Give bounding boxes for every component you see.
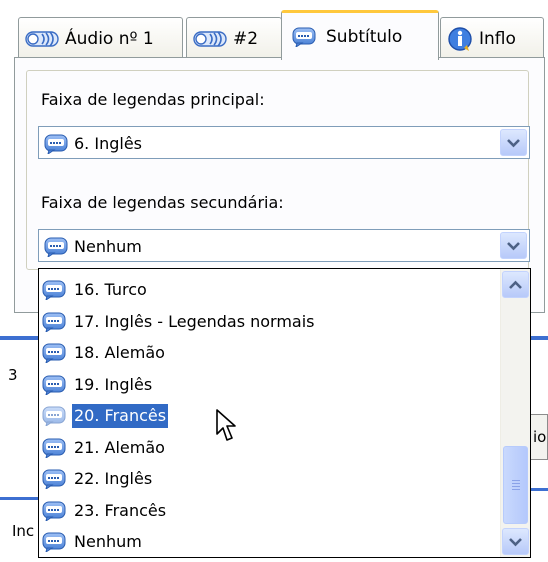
speech-bubble-icon [42, 343, 66, 363]
scroll-down-button[interactable] [502, 528, 529, 555]
dropdown-list-item[interactable]: 20. Francês [42, 402, 169, 430]
dropdown-item-label: 16. Turco [74, 280, 147, 299]
speech-bubble-icon [42, 375, 66, 395]
dropdown-scrollbar[interactable] [500, 269, 530, 557]
primary-subtitle-select[interactable]: 6. Inglês [38, 126, 530, 159]
dropdown-item-label: 20. Francês [72, 404, 169, 428]
dropdown-item-label: 19. Inglês [74, 374, 153, 394]
info-icon [448, 26, 472, 51]
speaker-icon [193, 28, 227, 50]
speech-bubble-icon [44, 134, 68, 154]
tab-audio-1[interactable]: Áudio nº 1 [18, 17, 183, 59]
dropdown-list-item[interactable]: 16. Turco [42, 276, 149, 304]
background-text: Inc [12, 522, 35, 540]
secondary-subtitle-select[interactable]: Nenhum [38, 229, 530, 262]
secondary-subtitle-dropdown-button[interactable] [500, 232, 527, 259]
dropdown-list-item[interactable]: 18. Alemão [42, 339, 167, 367]
secondary-subtitle-dropdown-list[interactable]: 16. Turco 17. Inglês - Legendas normais 18… [38, 268, 531, 558]
dropdown-item-label: 23. Francês [74, 500, 167, 520]
background-text: 3 [8, 366, 18, 384]
speech-bubble-icon [42, 469, 66, 489]
tab-label: Áudio nº 1 [65, 28, 154, 49]
dropdown-item-label: 17. Inglês - Legendas normais [74, 311, 315, 331]
background-window-divider [0, 336, 38, 340]
dropdown-list-item[interactable]: 22. Inglês [42, 465, 154, 493]
background-window-divider [531, 336, 548, 340]
mouse-cursor-icon [216, 409, 236, 441]
tab-label: Inflo [479, 28, 516, 49]
speech-bubble-icon [42, 406, 66, 426]
dropdown-list-item[interactable]: 21. Alemão [42, 434, 167, 462]
chevron-down-icon [507, 241, 520, 251]
speech-bubble-icon [292, 27, 316, 47]
chevron-down-icon [507, 138, 520, 148]
dropdown-list-item[interactable]: 23. Francês [42, 497, 168, 525]
speech-bubble-icon [42, 501, 66, 521]
primary-subtitle-label: Faixa de legendas principal: [41, 90, 265, 109]
scroll-up-button[interactable] [502, 271, 529, 298]
secondary-subtitle-value: Nenhum [74, 237, 142, 256]
secondary-subtitle-label: Faixa de legendas secundária: [41, 193, 284, 212]
speech-bubble-icon [42, 438, 66, 458]
speech-bubble-icon [44, 237, 68, 257]
primary-subtitle-value: 6. Inglês [74, 134, 142, 153]
dropdown-list-item[interactable]: 19. Inglês [42, 371, 154, 399]
speaker-icon [25, 28, 59, 50]
primary-subtitle-dropdown-button[interactable] [500, 129, 527, 156]
dropdown-list-item[interactable]: Nenhum [42, 528, 144, 556]
speech-bubble-icon [42, 280, 66, 300]
tab-info[interactable]: Inflo [440, 17, 544, 59]
dropdown-item-label: 18. Alemão [74, 343, 165, 362]
background-text: io [533, 428, 547, 446]
background-window-divider [531, 488, 548, 491]
tab-label: #2 [233, 28, 259, 49]
dropdown-item-label: Nenhum [74, 532, 142, 551]
dropdown-item-label: 22. Inglês [74, 469, 153, 488]
media-properties-dialog: Áudio nº 1 #2 Subtítulo Inflo Faixa de l… [0, 0, 548, 562]
background-window-divider [0, 497, 38, 500]
tab-subtitle[interactable]: Subtítulo [281, 10, 439, 60]
scrollbar-thumb[interactable] [503, 446, 528, 524]
tab-label: Subtítulo [326, 26, 403, 47]
chevron-down-icon [509, 537, 522, 547]
tab-audio-2[interactable]: #2 [186, 17, 282, 59]
chevron-up-icon [509, 280, 522, 290]
dropdown-item-label: 21. Alemão [74, 437, 165, 457]
speech-bubble-icon [42, 532, 66, 552]
dropdown-list-item[interactable]: 17. Inglês - Legendas normais [42, 308, 317, 336]
speech-bubble-icon [42, 312, 66, 332]
